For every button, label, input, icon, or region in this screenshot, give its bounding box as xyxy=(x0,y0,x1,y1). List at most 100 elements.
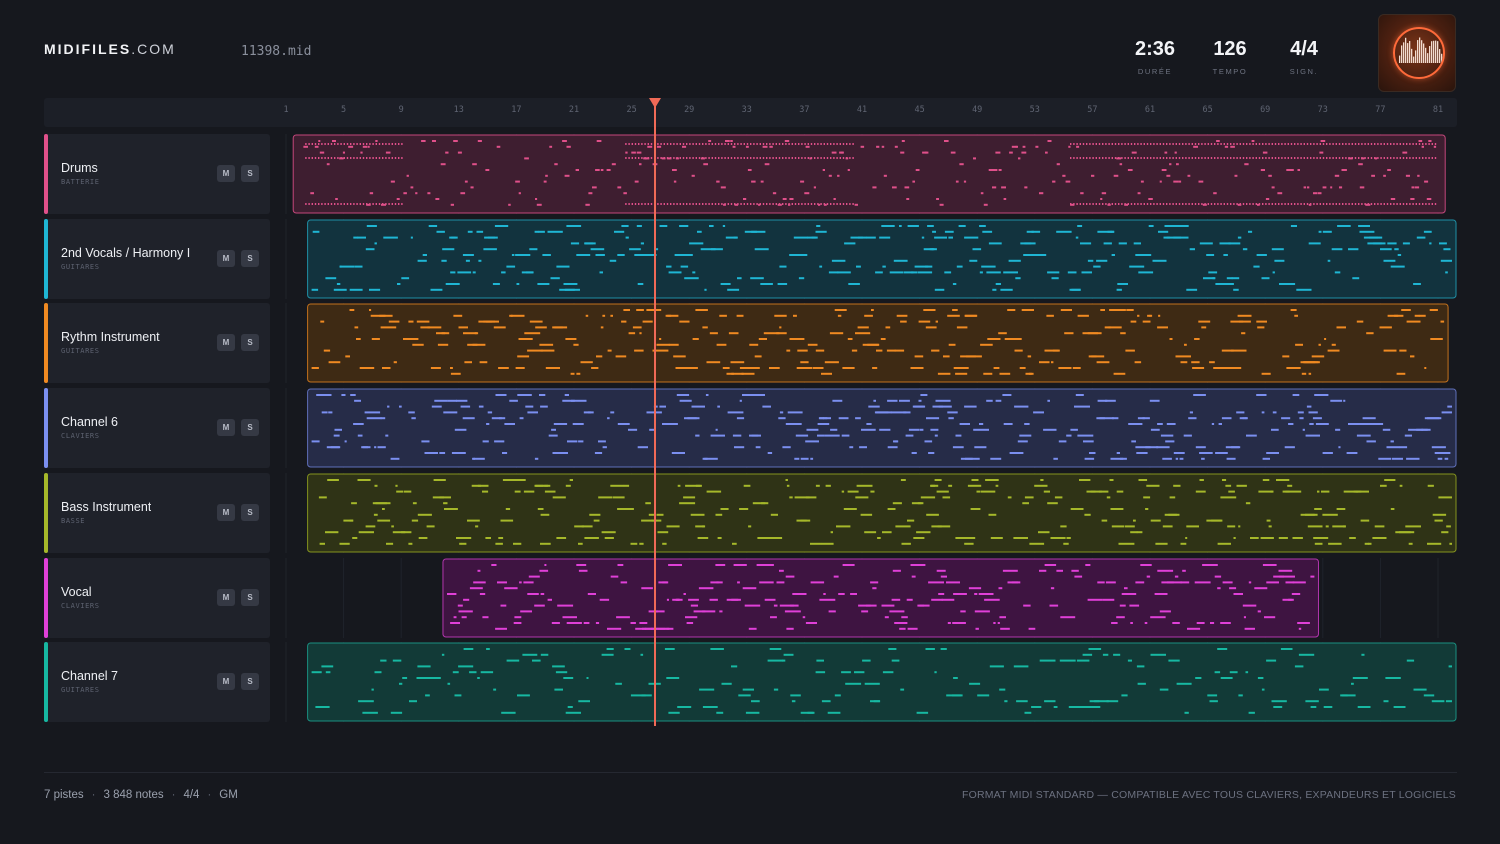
track-category: BASSE xyxy=(61,516,86,525)
timeline-ruler[interactable]: 1 5 9 13 17 21 25 29 33 37 41 45 49 53 57 61 65 69 73 77 81 xyxy=(44,98,1457,127)
track-category: CLAVIERS xyxy=(61,432,100,441)
ruler-tick: 13 xyxy=(453,105,464,115)
footer-divider xyxy=(44,772,1457,773)
footer-separator: · xyxy=(207,789,212,801)
track-name: Vocal xyxy=(61,584,92,599)
stat-signature: 4/4 SIGN. xyxy=(1269,38,1339,76)
playhead[interactable] xyxy=(649,98,661,726)
solo-button[interactable]: S xyxy=(241,588,259,606)
solo-button[interactable]: S xyxy=(241,673,259,691)
stat-tempo: 126 TEMPO xyxy=(1195,38,1265,76)
solo-button[interactable]: S xyxy=(241,334,259,352)
track-category: GUITARES xyxy=(61,347,100,356)
ruler-tick: 69 xyxy=(1260,105,1271,115)
track-category: CLAVIERS xyxy=(61,601,100,610)
footer-note-count: 3 848 notes xyxy=(103,789,164,801)
track-name: Channel 7 xyxy=(61,669,118,684)
track-category: BATTERIE xyxy=(61,178,100,186)
track-header[interactable]: 2nd Vocals / Harmony I GUITARES M S xyxy=(44,218,270,299)
track-name: Rythm Instrument xyxy=(61,330,160,345)
stat-tempo-value: 126 xyxy=(1213,38,1247,60)
track-lane[interactable] xyxy=(278,472,1457,553)
stat-duration: 2:36 DURÉE xyxy=(1120,38,1190,76)
footer-format-note: FORMAT MIDI STANDARD — COMPATIBLE AVEC T… xyxy=(961,789,1456,801)
ruler-tick: 49 xyxy=(972,105,983,115)
track-name: Bass Instrument xyxy=(61,499,152,514)
footer-signature: 4/4 xyxy=(183,789,200,801)
mute-button[interactable]: M xyxy=(217,249,235,267)
ruler-tick: 45 xyxy=(914,105,925,115)
track-header[interactable]: Rythm Instrument GUITARES M S xyxy=(44,303,270,384)
mute-button[interactable]: M xyxy=(217,165,235,182)
track-row: Drums BATTERIE M S xyxy=(44,134,1457,214)
track-color-bar xyxy=(44,472,48,553)
track-color-bar xyxy=(44,134,48,214)
mute-button[interactable]: M xyxy=(217,588,235,606)
footer-track-count: 7 pistes xyxy=(44,789,84,801)
ruler-tick: 5 xyxy=(341,105,347,115)
file-name: 11398.mid xyxy=(241,44,312,59)
ruler-tick: 17 xyxy=(511,105,522,115)
midi-clip xyxy=(307,642,1457,722)
ruler-tick: 21 xyxy=(568,105,580,115)
stat-signature-value: 4/4 xyxy=(1290,38,1318,60)
track-category: GUITARES xyxy=(61,686,100,695)
track-lane[interactable] xyxy=(278,303,1457,384)
track-header[interactable]: Drums BATTERIE M S xyxy=(44,134,270,214)
track-category: GUITARES xyxy=(61,262,100,271)
solo-button[interactable]: S xyxy=(241,165,259,182)
waveform-cover-icon xyxy=(1393,27,1445,79)
midi-clip xyxy=(292,134,1446,214)
mute-button[interactable]: M xyxy=(217,419,235,437)
mute-button[interactable]: M xyxy=(217,334,235,352)
stat-duration-value: 2:36 xyxy=(1134,38,1176,60)
solo-button[interactable]: S xyxy=(241,249,259,267)
ruler-tick: 77 xyxy=(1375,105,1386,115)
ruler-tick: 61 xyxy=(1144,105,1156,115)
ruler-tick: 37 xyxy=(799,105,810,115)
track-name: Channel 6 xyxy=(61,415,118,430)
mute-button[interactable]: M xyxy=(217,673,235,691)
track-lane[interactable] xyxy=(278,557,1457,638)
ruler-tick: 1 xyxy=(283,105,289,115)
track-lane[interactable] xyxy=(278,642,1457,723)
site-logo[interactable]: MIDIFILES.COM xyxy=(44,41,176,57)
track-row: Vocal CLAVIERS M S xyxy=(44,557,1457,638)
ruler-tick: 33 xyxy=(741,105,752,115)
track-header[interactable]: Channel 6 CLAVIERS M S xyxy=(44,388,270,469)
ruler-tick: 73 xyxy=(1317,105,1328,115)
mute-button[interactable]: M xyxy=(217,503,235,521)
footer-separator: · xyxy=(171,789,176,801)
solo-button[interactable]: S xyxy=(241,503,259,521)
stat-duration-label: DURÉE xyxy=(1137,67,1173,76)
track-color-bar xyxy=(44,557,48,638)
logo-suffix: .COM xyxy=(131,41,176,57)
ruler-tick: 57 xyxy=(1087,105,1098,115)
track-lane[interactable] xyxy=(278,388,1457,469)
track-header[interactable]: Vocal CLAVIERS M S xyxy=(44,557,270,638)
track-row: Channel 6 CLAVIERS M S xyxy=(44,388,1457,469)
track-row: Bass Instrument BASSE M S xyxy=(44,472,1457,553)
stat-tempo-label: TEMPO xyxy=(1212,67,1248,76)
solo-button[interactable]: S xyxy=(241,419,259,437)
track-color-bar xyxy=(44,303,48,384)
footer-separator: · xyxy=(91,789,96,801)
track-color-bar xyxy=(44,218,48,299)
stat-signature-label: SIGN. xyxy=(1289,67,1319,76)
track-name: Drums xyxy=(61,161,98,175)
midi-clip xyxy=(442,558,1319,637)
track-color-bar xyxy=(44,388,48,469)
track-header[interactable]: Channel 7 GUITARES M S xyxy=(44,642,270,723)
ruler-tick: 9 xyxy=(398,105,404,115)
cover-thumbnail[interactable] xyxy=(1378,14,1456,92)
logo-bold: MIDIFILES xyxy=(44,41,132,57)
ruler-tick: 29 xyxy=(684,105,695,115)
ruler-tick: 41 xyxy=(856,105,868,115)
track-lane[interactable] xyxy=(278,134,1457,214)
track-header[interactable]: Bass Instrument BASSE M S xyxy=(44,472,270,553)
track-lane[interactable] xyxy=(278,218,1457,299)
track-row: Rythm Instrument GUITARES M S xyxy=(44,303,1457,384)
ruler-tick: 25 xyxy=(626,105,637,115)
footer-summary: 7 pistes · 3 848 notes · 4/4 · GM xyxy=(44,789,238,801)
playhead-marker-icon[interactable] xyxy=(649,98,661,108)
